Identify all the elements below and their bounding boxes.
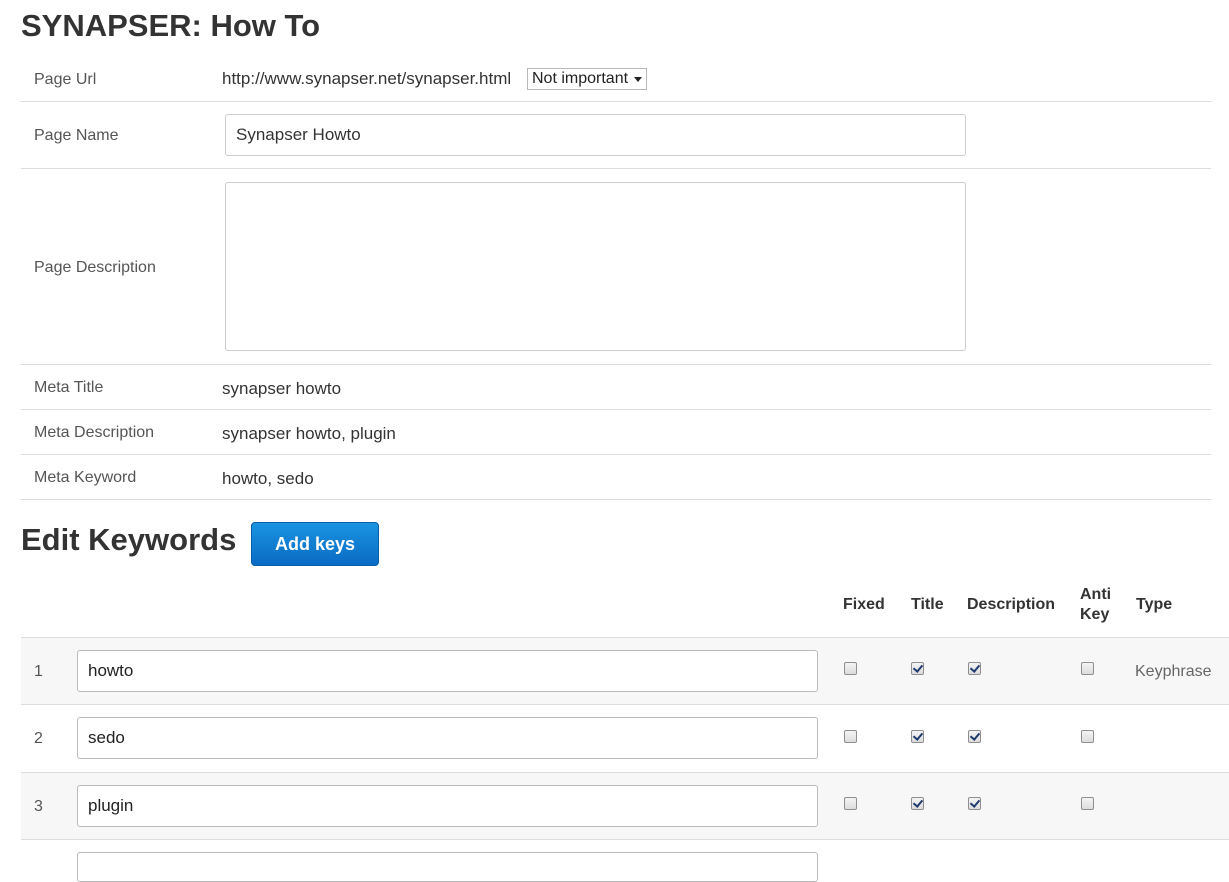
page-name-label: Page Name (34, 127, 119, 144)
page-name-input[interactable]: Synapser Howto (225, 114, 966, 156)
page-description-textarea[interactable] (225, 182, 966, 351)
keyword-row-partial (21, 840, 1229, 882)
keyword-row: 2 sedo (21, 705, 1229, 773)
page-url-row: Page Url http://www.synapser.net/synapse… (21, 56, 1211, 102)
chevron-down-icon (634, 76, 643, 82)
column-fixed: Fixed (843, 596, 885, 613)
page-info-table: Page Url http://www.synapser.net/synapse… (21, 56, 1211, 500)
keyword-input[interactable]: howto (77, 650, 818, 692)
add-keys-button[interactable]: Add keys (251, 522, 379, 566)
fixed-checkbox[interactable] (844, 797, 857, 810)
title-checkbox[interactable] (911, 797, 924, 810)
title-checkbox[interactable] (911, 662, 924, 675)
keyword-type: Keyphrase (1135, 663, 1212, 680)
description-checkbox[interactable] (968, 730, 981, 743)
keyword-row: 3 plugin (21, 773, 1229, 840)
anti-key-checkbox[interactable] (1081, 662, 1094, 675)
page-url-value: http://www.synapser.net/synapser.html (222, 69, 512, 88)
edit-keywords-heading: Edit Keywords (21, 522, 237, 557)
meta-description-label: Meta Description (34, 424, 155, 441)
column-anti-key-line2: Key (1080, 606, 1110, 623)
meta-title-label: Meta Title (34, 379, 104, 396)
page-title: SYNAPSER: How To (21, 8, 321, 43)
description-checkbox[interactable] (968, 797, 981, 810)
meta-description-row: Meta Description synapser howto, plugin (21, 410, 1211, 455)
meta-keyword-label: Meta Keyword (34, 469, 137, 486)
column-anti-key-line1: Anti (1080, 586, 1112, 603)
keyword-input[interactable]: plugin (77, 785, 818, 827)
meta-description-value: synapser howto, plugin (222, 424, 396, 443)
fixed-checkbox[interactable] (844, 662, 857, 675)
keyword-row-number: 3 (34, 798, 43, 815)
description-checkbox[interactable] (968, 662, 981, 675)
keyword-row-number: 2 (34, 730, 43, 747)
meta-title-value: synapser howto (222, 379, 342, 398)
meta-keyword-row: Meta Keyword howto, sedo (21, 455, 1211, 500)
importance-select-value: Not important (532, 70, 629, 87)
keywords-table-header: Fixed Title Description Anti Key Type (21, 580, 1229, 638)
column-anti-key: Anti Key (1080, 585, 1111, 625)
page-name-row: Page Name Synapser Howto (21, 102, 1211, 169)
page-description-row: Page Description (21, 169, 1211, 365)
anti-key-checkbox[interactable] (1081, 797, 1094, 810)
column-title: Title (911, 596, 944, 613)
page-url-label: Page Url (34, 71, 97, 88)
column-description: Description (967, 596, 1056, 613)
meta-keyword-value: howto, sedo (222, 469, 314, 488)
keyword-input[interactable]: sedo (77, 717, 818, 759)
anti-key-checkbox[interactable] (1081, 730, 1094, 743)
page-description-label: Page Description (34, 259, 156, 276)
title-checkbox[interactable] (911, 730, 924, 743)
column-type: Type (1136, 596, 1173, 613)
meta-title-row: Meta Title synapser howto (21, 365, 1211, 410)
keyword-row-number: 1 (34, 663, 43, 680)
importance-select[interactable]: Not important (527, 68, 648, 90)
fixed-checkbox[interactable] (844, 730, 857, 743)
keyword-row: 1 howto Keyphrase (21, 638, 1229, 705)
